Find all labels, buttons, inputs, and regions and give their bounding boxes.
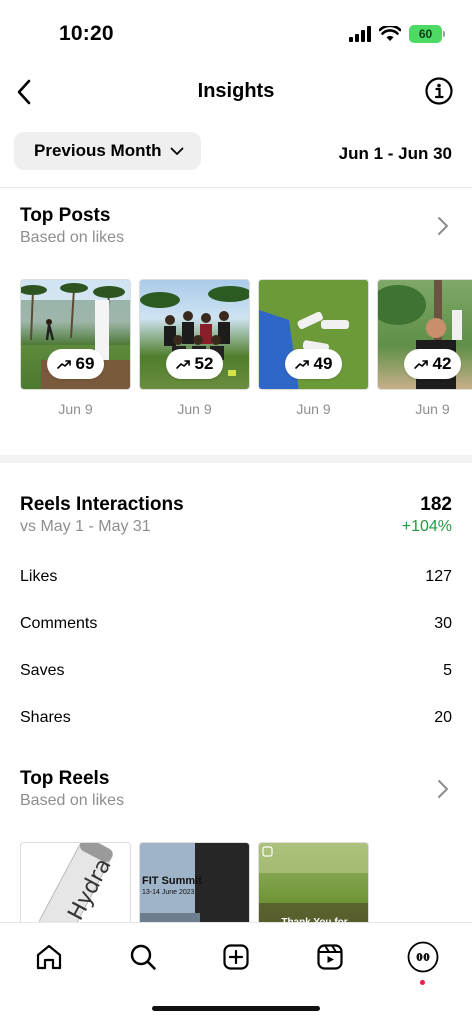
likes-badge: 42 [403,349,462,379]
metric-label: Comments [20,615,98,632]
section-divider [0,455,472,463]
post-thumbnail[interactable]: 42 [377,279,472,390]
likes-badge: 49 [284,349,343,379]
reels-interactions-total: 182 [420,494,452,515]
bottom-nav [0,922,472,1023]
nav-home[interactable] [29,937,69,977]
metric-value: 5 [443,662,452,679]
post-date: Jun 9 [415,401,450,417]
metric-row-shares: Shares 20 [20,709,452,727]
nav-profile[interactable] [403,937,443,977]
reels-icon [317,944,343,970]
top-reels-chevron-right-icon[interactable] [436,779,450,799]
metric-label: Saves [20,662,65,679]
post-date: Jun 9 [58,401,93,417]
reel-caption: FIT Summit [142,875,202,887]
top-posts-title: Top Posts [20,205,111,226]
post-date: Jun 9 [177,401,212,417]
post-card[interactable]: 42 Jun 9 [377,279,472,417]
battery-icon: 60 [409,25,445,43]
metric-label: Shares [20,709,71,726]
post-thumbnail[interactable]: 49 [258,279,369,390]
metric-value: 20 [434,709,452,726]
reels-interactions-change: +104% [401,518,452,535]
nav-header: Insights [0,70,472,116]
wifi-icon [379,26,401,41]
nav-reels[interactable] [310,937,350,977]
profile-avatar [407,941,439,973]
post-thumbnail[interactable]: 69 [20,279,131,390]
page-title: Insights [197,80,275,102]
nav-create[interactable] [216,937,256,977]
post-thumbnail[interactable]: 52 [139,279,250,390]
trending-up-icon [294,360,309,369]
metric-value: 30 [434,615,452,632]
trending-up-icon [56,360,71,369]
likes-count: 42 [432,354,452,373]
metric-row-saves: Saves 5 [20,662,452,680]
post-date: Jun 9 [296,401,331,417]
top-reels-title: Top Reels [20,768,110,789]
status-indicators: 60 [349,25,445,43]
reels-interactions-comparison: vs May 1 - May 31 [20,518,151,535]
post-card[interactable]: 49 Jun 9 [258,279,369,417]
metric-row-comments: Comments 30 [20,615,452,633]
battery-level: 60 [418,27,433,41]
likes-badge: 52 [165,349,224,379]
home-indicator [152,1006,320,1011]
top-posts-list: 69 Jun 9 52 Jun 9 49 Jun 9 42 Jun 9 [20,279,472,417]
likes-badge: 69 [46,349,105,379]
cellular-signal-icon [349,26,371,42]
reel-subcaption: 13-14 June 2023 [142,889,195,896]
post-card[interactable]: 69 Jun 9 [20,279,131,417]
create-icon [223,944,249,970]
top-reels-subtitle: Based on likes [20,792,125,809]
nav-search[interactable] [123,937,163,977]
top-posts-chevron-right-icon[interactable] [436,216,450,236]
period-label: Previous Month [34,141,162,160]
metric-label: Likes [20,568,58,585]
likes-count: 69 [75,354,95,373]
home-icon [36,944,62,970]
metric-value: 127 [425,568,452,585]
post-card[interactable]: 52 Jun 9 [139,279,250,417]
likes-count: 52 [194,354,214,373]
divider [0,187,472,188]
trending-up-icon [413,360,428,369]
status-time: 10:20 [59,22,114,45]
metric-row-likes: Likes 127 [20,568,452,586]
filter-row: Previous Month Jun 1 - Jun 30 [0,132,472,172]
period-dropdown[interactable]: Previous Month [14,132,201,170]
trending-up-icon [175,360,190,369]
info-icon[interactable] [424,76,454,106]
notification-dot [420,980,425,985]
reels-interactions-title: Reels Interactions [20,494,184,515]
chevron-down-icon [170,147,183,155]
top-posts-subtitle: Based on likes [20,229,125,246]
likes-count: 49 [313,354,333,373]
status-bar: 10:20 60 [0,0,472,70]
search-icon [130,944,156,970]
date-range: Jun 1 - Jun 30 [338,144,452,163]
